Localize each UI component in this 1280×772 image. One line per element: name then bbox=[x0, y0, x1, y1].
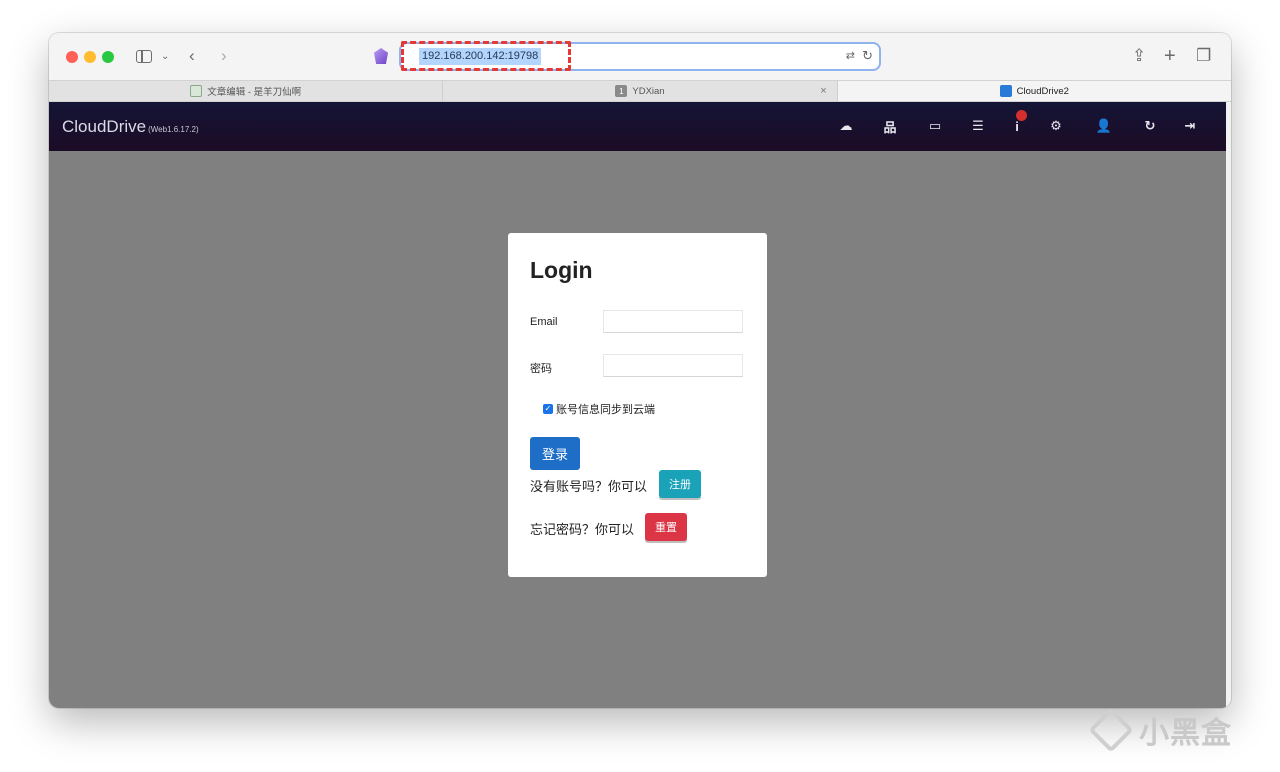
network-icon[interactable]: 品 bbox=[882, 118, 898, 135]
close-icon[interactable]: × bbox=[820, 85, 826, 97]
sync-checkbox[interactable]: ✓ bbox=[543, 404, 553, 414]
browser-toolbar: ⌄ ‹ › 192.168.200.142:19798 ⇄ ↻ ⇪ + ❐ bbox=[49, 33, 1231, 80]
translate-icon[interactable]: ⇄ bbox=[846, 49, 855, 62]
watermark-logo-icon bbox=[1088, 707, 1134, 753]
tasks-icon[interactable]: ☰ bbox=[970, 118, 986, 134]
tab-label: 文章编辑 - 是羊刀仙啊 bbox=[207, 87, 302, 98]
chevron-down-icon[interactable]: ⌄ bbox=[161, 45, 169, 67]
url-highlight-box bbox=[401, 41, 571, 71]
new-tab-icon[interactable]: + bbox=[1164, 45, 1176, 67]
browser-window: ⌄ ‹ › 192.168.200.142:19798 ⇄ ↻ ⇪ + ❐ 文章… bbox=[49, 33, 1231, 708]
sidebar-toggle-icon[interactable] bbox=[136, 50, 152, 63]
email-label: Email bbox=[530, 316, 558, 328]
reset-button[interactable]: 重置 bbox=[645, 513, 687, 541]
minimize-window-button[interactable] bbox=[84, 51, 96, 63]
logout-icon[interactable]: ⇥ bbox=[1182, 118, 1198, 134]
main-content: Login Email 密码 ✓ 账号信息同步到云端 登录 没有账号吗？你可以 … bbox=[49, 151, 1226, 708]
number-badge-icon: 1 bbox=[615, 85, 628, 97]
maximize-window-button[interactable] bbox=[102, 51, 114, 63]
document-icon bbox=[190, 85, 203, 97]
brand-name: CloudDrive bbox=[62, 117, 147, 136]
sync-label: 账号信息同步到云端 bbox=[556, 404, 655, 416]
cloud-upload-icon[interactable]: ☁ bbox=[838, 118, 854, 134]
login-card: Login Email 密码 ✓ 账号信息同步到云端 登录 没有账号吗？你可以 … bbox=[508, 233, 767, 577]
close-window-button[interactable] bbox=[66, 51, 78, 63]
add-user-icon[interactable]: 👤 bbox=[1096, 118, 1112, 134]
login-button[interactable]: 登录 bbox=[530, 437, 580, 470]
cloud-icon bbox=[999, 85, 1012, 97]
scrollbar[interactable] bbox=[1226, 102, 1231, 708]
tab-clouddrive2[interactable]: CloudDrive2 bbox=[837, 81, 1231, 101]
watermark: 小黑盒 bbox=[1088, 707, 1232, 753]
tab-ydxian[interactable]: 1 YDXian × bbox=[443, 81, 838, 101]
tab-label: CloudDrive2 bbox=[1016, 85, 1069, 97]
forward-button[interactable]: › bbox=[221, 45, 227, 67]
sync-checkbox-row[interactable]: ✓ 账号信息同步到云端 bbox=[543, 401, 655, 417]
app-brand[interactable]: CloudDrive (Web1.6.17.2) bbox=[62, 117, 199, 137]
login-title: Login bbox=[530, 257, 593, 283]
app-version: (Web1.6.17.2) bbox=[148, 125, 199, 134]
password-label: 密码 bbox=[530, 363, 552, 375]
register-button[interactable]: 注册 bbox=[659, 470, 701, 498]
refresh-icon[interactable]: ↻ bbox=[1142, 118, 1158, 134]
app-header: CloudDrive (Web1.6.17.2) ☁ 品 ▭ ☰ i ⚙ 👤 ↻ … bbox=[49, 102, 1226, 151]
tab-article-editor[interactable]: 文章编辑 - 是羊刀仙啊 bbox=[49, 81, 444, 101]
notification-badge bbox=[1016, 110, 1027, 121]
back-button[interactable]: ‹ bbox=[189, 45, 195, 67]
no-account-text: 没有账号吗？你可以 bbox=[530, 479, 648, 494]
email-field[interactable] bbox=[603, 310, 743, 333]
tab-bar: 文章编辑 - 是羊刀仙啊 1 YDXian × CloudDrive2 bbox=[49, 80, 1231, 102]
tab-overview-icon[interactable]: ❐ bbox=[1196, 45, 1211, 67]
settings-icon[interactable]: ⚙ bbox=[1048, 118, 1064, 134]
monitor-icon[interactable]: ▭ bbox=[927, 118, 943, 134]
watermark-text: 小黑盒 bbox=[1139, 717, 1232, 750]
password-field[interactable] bbox=[603, 354, 743, 377]
share-icon[interactable]: ⇪ bbox=[1132, 45, 1146, 67]
reload-icon[interactable]: ↻ bbox=[862, 48, 873, 64]
info-icon[interactable]: i bbox=[1009, 110, 1027, 134]
privacy-shield-icon[interactable] bbox=[374, 48, 388, 64]
tab-label: YDXian bbox=[632, 85, 665, 97]
forgot-password-text: 忘记密码？你可以 bbox=[530, 522, 635, 537]
